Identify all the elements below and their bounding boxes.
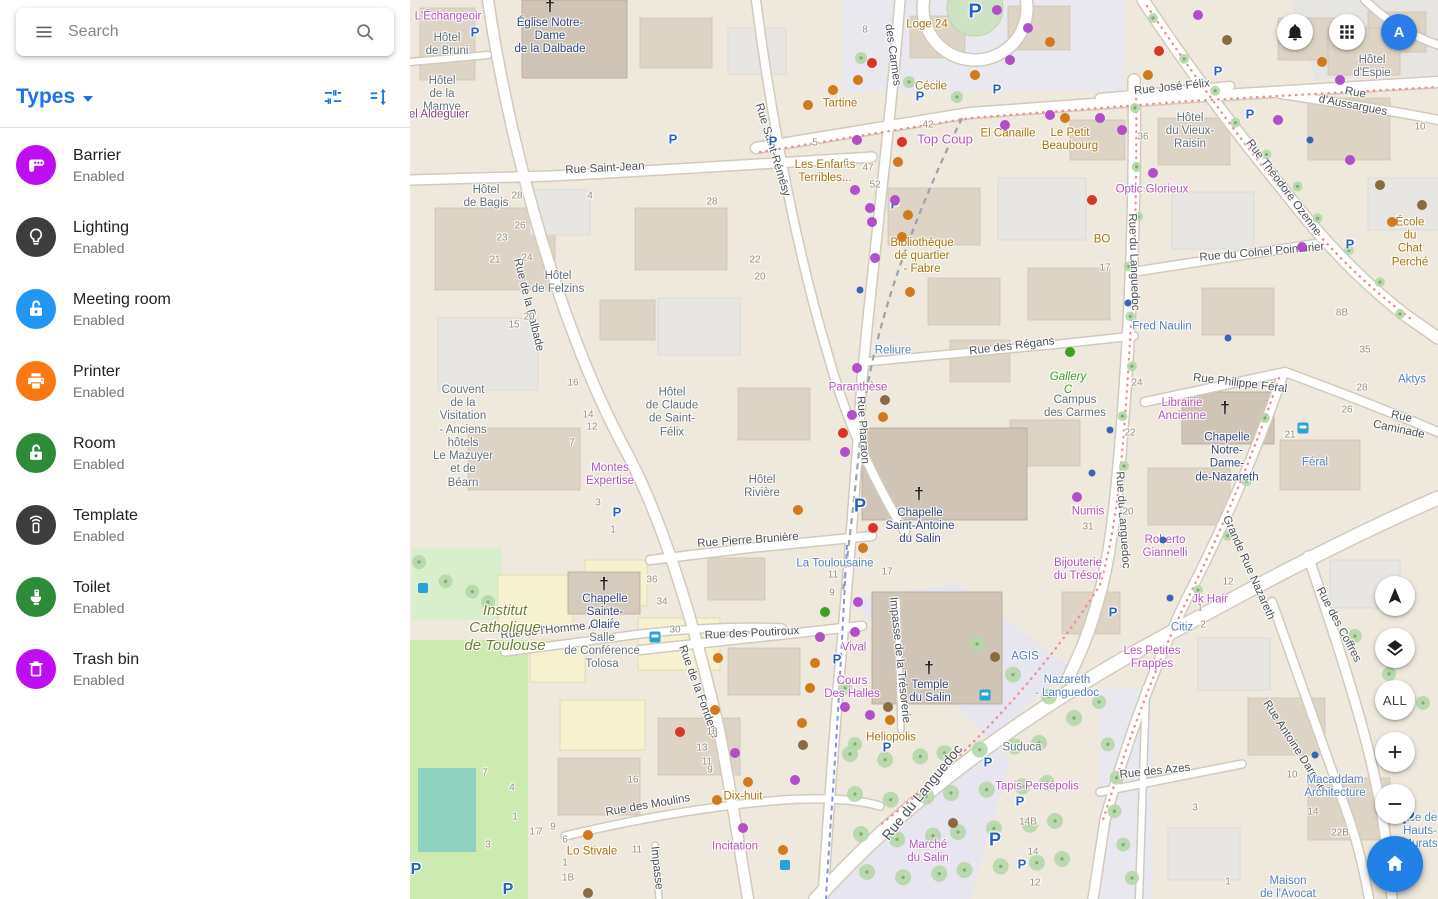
type-list-item[interactable]: Template Enabled (0, 489, 410, 561)
device-wireless-icon (25, 514, 47, 536)
home-fab-button[interactable] (1367, 836, 1423, 892)
type-list-item[interactable]: Toilet Enabled (0, 561, 410, 633)
device-wireless-avatar (16, 505, 56, 545)
type-name: Lighting (73, 219, 129, 237)
search-bar[interactable] (16, 8, 394, 56)
avatar-letter: A (1394, 24, 1405, 41)
bell-icon (1285, 22, 1305, 42)
type-name: Meeting room (73, 291, 171, 309)
type-status: Enabled (73, 600, 124, 616)
type-list-item[interactable]: Lighting Enabled (0, 201, 410, 273)
type-name: Barrier (73, 147, 124, 165)
lock-open-icon (25, 442, 47, 464)
type-status: Enabled (73, 528, 138, 544)
types-dropdown[interactable]: Types (16, 85, 93, 109)
type-name: Room (73, 435, 124, 453)
type-status: Enabled (73, 312, 171, 328)
barrier-icon (25, 154, 47, 176)
filter-button[interactable] (318, 82, 348, 112)
sort-icon (368, 86, 390, 108)
types-title-label: Types (16, 85, 75, 109)
home-icon (1382, 851, 1408, 877)
toilet-avatar (16, 577, 56, 617)
lightbulb-icon (25, 226, 47, 248)
left-panel: Types (0, 0, 410, 899)
printer-icon (25, 370, 47, 392)
search-button[interactable] (350, 17, 380, 47)
menu-button[interactable] (30, 18, 58, 46)
notifications-button[interactable] (1277, 14, 1313, 50)
trash-avatar (16, 649, 56, 689)
type-status: Enabled (73, 456, 124, 472)
app-window: Rue de la DalbadeRue Saint-JeanRue Saint… (0, 0, 1438, 899)
type-status: Enabled (73, 672, 139, 688)
type-status: Enabled (73, 168, 124, 184)
all-filter-button[interactable]: ALL (1375, 680, 1415, 720)
hamburger-icon (34, 22, 54, 42)
navigation-arrow-icon (1384, 585, 1406, 607)
printer-avatar (16, 361, 56, 401)
type-name: Template (73, 507, 138, 525)
minus-icon (1385, 794, 1405, 814)
lightbulb-avatar (16, 217, 56, 257)
chevron-down-icon (83, 96, 93, 102)
plus-icon (1385, 742, 1405, 762)
search-icon (354, 21, 376, 43)
type-name: Trash bin (73, 651, 139, 669)
type-list: Barrier Enabled Lighting Enabled Meeting… (0, 129, 410, 705)
apps-grid-icon (1338, 23, 1356, 41)
type-name: Toilet (73, 579, 124, 597)
map-canvas[interactable]: Rue de la DalbadeRue Saint-JeanRue Saint… (410, 0, 1438, 899)
type-list-item[interactable]: Meeting room Enabled (0, 273, 410, 345)
search-input[interactable] (68, 23, 340, 41)
type-status: Enabled (73, 240, 129, 256)
barrier-avatar (16, 145, 56, 185)
types-toolbar: Types (0, 76, 410, 118)
toilet-icon (25, 586, 47, 608)
type-list-item[interactable]: Room Enabled (0, 417, 410, 489)
type-list-item[interactable]: Trash bin Enabled (0, 633, 410, 705)
layers-button[interactable] (1375, 628, 1415, 668)
map-base-layer (410, 0, 1438, 899)
compass-button[interactable] (1375, 576, 1415, 616)
layers-icon (1384, 637, 1406, 659)
sort-button[interactable] (364, 82, 394, 112)
type-list-item[interactable]: Printer Enabled (0, 345, 410, 417)
type-list-item[interactable]: Barrier Enabled (0, 129, 410, 201)
trash-icon (25, 658, 47, 680)
account-avatar[interactable]: A (1381, 14, 1417, 50)
apps-grid-button[interactable] (1329, 14, 1365, 50)
lock-open-icon (25, 298, 47, 320)
all-button-label: ALL (1383, 693, 1407, 708)
type-name: Printer (73, 363, 124, 381)
type-status: Enabled (73, 384, 124, 400)
panel-divider (0, 127, 410, 128)
lock-open-avatar (16, 433, 56, 473)
lock-open-avatar (16, 289, 56, 329)
tune-icon (322, 86, 344, 108)
zoom-in-button[interactable] (1375, 732, 1415, 772)
zoom-out-button[interactable] (1375, 784, 1415, 824)
